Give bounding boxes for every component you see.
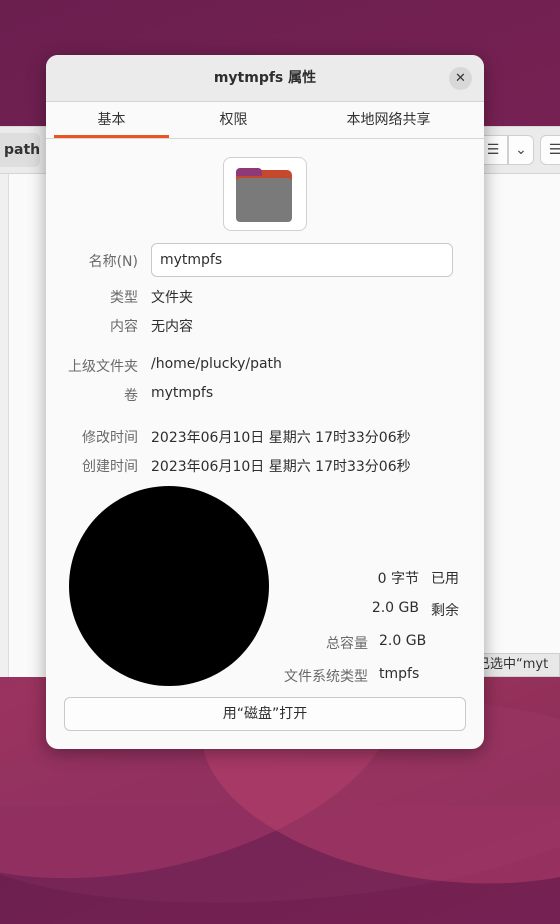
modified-label: 修改时间 [82,430,138,446]
total-capacity-value: 2.0 GB [379,633,427,649]
created-value: 2023年06月10日 星期六 17时33分06秒 [151,459,411,475]
folder-icon-front [236,178,292,222]
disk-usage-pie-chart [69,486,269,686]
used-label: 已用 [431,571,459,587]
contents-label: 内容 [110,319,138,335]
sidebar [0,174,9,677]
dialog-titlebar: mytmpfs 属性 ✕ [46,55,484,102]
dialog-title: mytmpfs 属性 [213,70,317,86]
created-label: 创建时间 [82,459,138,475]
open-with-disks-button[interactable]: 用“磁盘”打开 [64,697,466,731]
free-value: 2.0 GB [371,600,419,616]
chevron-down-icon: ⌄ [515,142,527,158]
menu-button[interactable]: ☰ [540,135,560,165]
modified-value: 2023年06月10日 星期六 17时33分06秒 [151,430,411,446]
view-options-button[interactable]: ⌄ [508,135,534,165]
tab-bar: 基本 权限 本地网络共享 [46,102,484,139]
name-input[interactable]: mytmpfs [151,243,453,277]
parent-folder-value[interactable]: /home/plucky/path [151,356,282,372]
hamburger-menu-icon: ☰ [548,142,560,158]
parent-folder-label: 上级文件夹 [68,359,138,375]
path-bar-segment[interactable]: path [0,133,40,167]
contents-value: 无内容 [151,319,193,335]
used-value: 0 字节 [377,571,419,587]
tab-basic[interactable]: 基本 [54,102,169,138]
folder-icon-button[interactable] [223,157,307,231]
tab-local-network-share[interactable]: 本地网络共享 [301,102,476,138]
tab-permissions[interactable]: 权限 [176,102,291,138]
volume-label: 卷 [124,388,138,404]
filesystem-type-value: tmpfs [379,666,420,682]
close-button[interactable]: ✕ [449,67,472,90]
free-label: 剩余 [431,603,459,619]
folder-icon-tab [236,168,262,176]
filesystem-type-label: 文件系统类型 [284,669,368,685]
type-label: 类型 [110,290,138,306]
total-capacity-label: 总容量 [326,636,368,652]
volume-value: mytmpfs [151,385,214,401]
list-view-icon: ☰ [486,142,500,158]
properties-dialog: mytmpfs 属性 ✕ 基本 权限 本地网络共享 名称(N) mytmpfs … [46,55,484,749]
close-icon: ✕ [455,71,466,86]
name-label: 名称(N) [88,254,138,270]
type-value: 文件夹 [151,290,193,306]
